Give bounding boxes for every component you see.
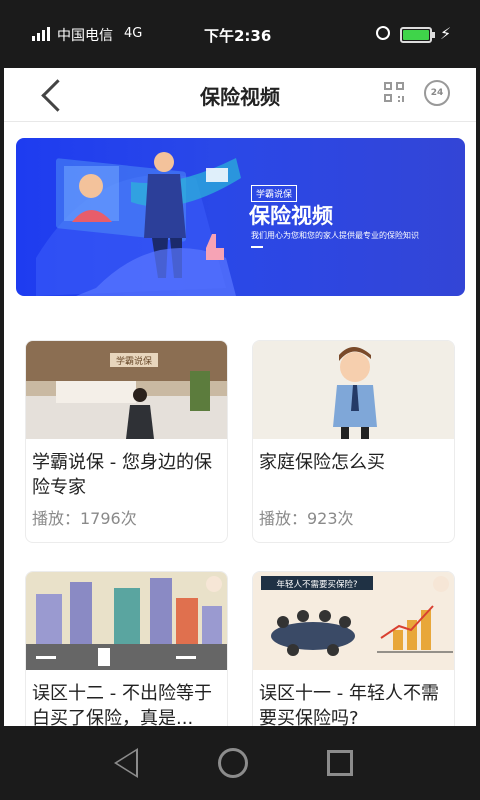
banner-divider bbox=[251, 246, 263, 248]
clock: 下午2:36 bbox=[204, 27, 272, 45]
video-card[interactable]: 年轻人不需要买保险? 误区十一 - 年轻人不需要买保险吗? bbox=[252, 571, 455, 726]
phone-24h-icon[interactable]: 24 bbox=[424, 80, 450, 106]
qr-code-icon[interactable] bbox=[384, 82, 406, 104]
video-card[interactable]: 误区十二 - 不出险等于白买了保险，真是... bbox=[25, 571, 228, 726]
status-bar: 中国电信 4G 下午2:36 ⚡ bbox=[0, 0, 480, 68]
nav-recent-icon[interactable] bbox=[327, 750, 353, 776]
charging-icon: ⚡ bbox=[440, 24, 452, 43]
video-thumbnail: 年轻人不需要买保险? bbox=[253, 572, 454, 670]
app-screen: 保险视频 24 学霸说保 保险视频 我们用心为您和您的家人提供最专业的保险知识 … bbox=[4, 68, 476, 726]
phone-frame: 中国电信 4G 下午2:36 ⚡ 保险视频 24 学霸说保 保险视频 我们用心为… bbox=[0, 0, 480, 800]
video-card[interactable]: 学霸说保 学霸说保 - 您身边的保险专家 播放：1796次 bbox=[25, 340, 228, 543]
play-count: 播放：923次 bbox=[259, 509, 354, 528]
carrier-label: 中国电信 bbox=[57, 28, 113, 44]
nav-back-icon[interactable] bbox=[114, 748, 138, 778]
nav-home-icon[interactable] bbox=[218, 748, 248, 778]
system-nav-bar bbox=[0, 726, 480, 800]
video-card[interactable]: 家庭保险怎么买 播放：923次 bbox=[252, 340, 455, 543]
video-title: 误区十二 - 不出险等于白买了保险，真是... bbox=[32, 683, 212, 726]
signal-icon bbox=[32, 27, 50, 41]
video-thumbnail bbox=[253, 341, 454, 439]
play-count: 播放：1796次 bbox=[32, 509, 137, 528]
video-title: 学霸说保 - 您身边的保险专家 bbox=[32, 452, 212, 498]
video-thumbnail bbox=[26, 572, 227, 670]
nav-bar: 保险视频 24 bbox=[4, 68, 476, 122]
banner[interactable]: 学霸说保 保险视频 我们用心为您和您的家人提供最专业的保险知识 bbox=[16, 138, 465, 296]
svg-text:学霸说保: 学霸说保 bbox=[116, 355, 152, 367]
video-title: 误区十一 - 年轻人不需要买保险吗? bbox=[259, 683, 439, 726]
thumbnail-caption: 年轻人不需要买保险? bbox=[276, 579, 357, 590]
banner-subtitle: 我们用心为您和您的家人提供最专业的保险知识 bbox=[251, 231, 419, 240]
video-thumbnail: 学霸说保 bbox=[26, 341, 227, 439]
video-title: 家庭保险怎么买 bbox=[259, 452, 385, 473]
alarm-icon bbox=[376, 26, 390, 40]
network-type: 4G bbox=[124, 26, 143, 41]
banner-title: 保险视频 bbox=[249, 204, 333, 228]
battery-icon bbox=[400, 27, 435, 43]
banner-illustration bbox=[36, 152, 241, 296]
